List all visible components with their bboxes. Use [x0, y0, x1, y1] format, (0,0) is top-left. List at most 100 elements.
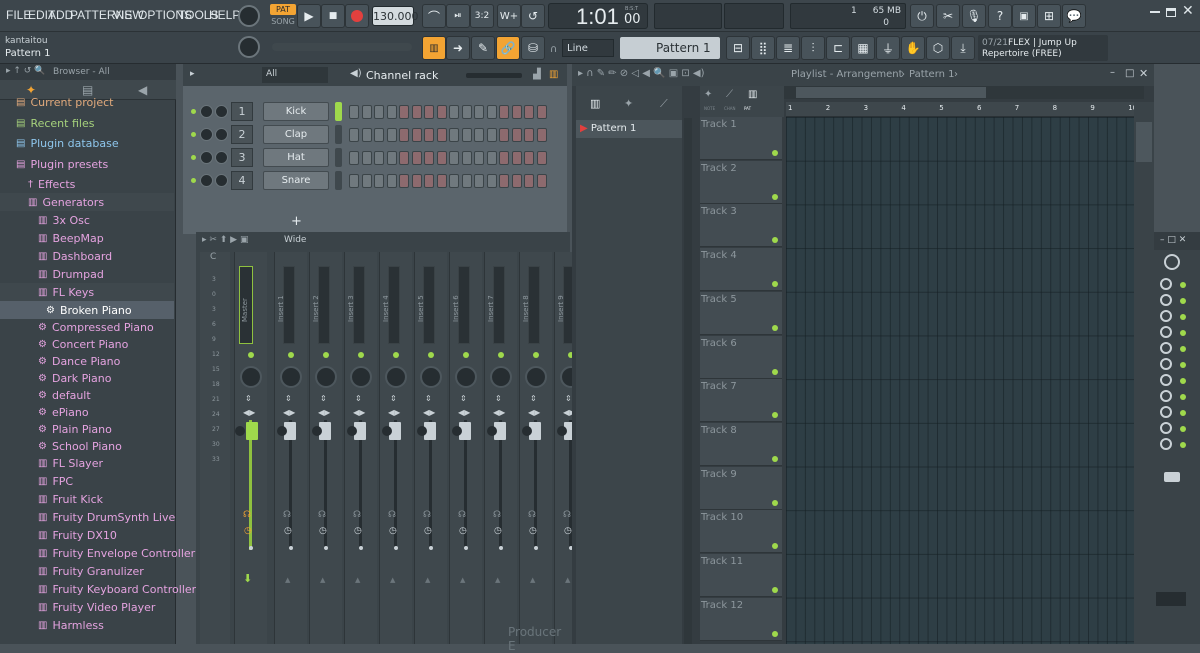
step-button[interactable]	[399, 105, 409, 119]
strip-clock-icon[interactable]: ◷	[494, 526, 502, 536]
playlist-maximize-icon[interactable]: □	[1125, 68, 1134, 79]
step-button[interactable]	[474, 174, 484, 188]
step-button[interactable]	[349, 174, 359, 188]
mixer-button[interactable]: ≣	[776, 36, 800, 60]
step-button[interactable]	[436, 105, 447, 119]
strip-mute-button[interactable]	[557, 426, 567, 436]
browser-item[interactable]: ▥ Harmless	[0, 616, 174, 634]
strip-send-led[interactable]	[428, 352, 434, 358]
side-insert-row[interactable]	[1160, 358, 1190, 372]
step-button[interactable]	[361, 174, 372, 188]
strip-route-arrow-icon[interactable]: ▲	[425, 576, 430, 584]
step-button[interactable]	[436, 151, 447, 165]
note-tab[interactable]: ✦	[704, 89, 712, 100]
step-button[interactable]	[536, 174, 547, 188]
strip-route-dot[interactable]	[534, 546, 538, 550]
loop-record-button[interactable]: ↺	[521, 4, 545, 28]
step-button[interactable]	[486, 128, 497, 142]
step-button[interactable]	[361, 128, 372, 142]
step-button[interactable]	[399, 128, 409, 142]
channel-select-indicator[interactable]	[335, 102, 342, 121]
timeline-ruler[interactable]: 1 2 3 4 5 6 7 8 9 10	[786, 102, 1137, 117]
strip-pan-knob[interactable]	[350, 366, 372, 388]
stamp-tool-button[interactable]: ⛁	[521, 36, 545, 60]
strip-clock-icon[interactable]: ◷	[564, 526, 572, 536]
track-mute-led[interactable]	[772, 193, 778, 200]
channel-pan-knob[interactable]	[200, 128, 213, 141]
step-button[interactable]	[349, 151, 359, 165]
step-button[interactable]	[411, 128, 422, 142]
side-insert-led[interactable]	[1180, 282, 1186, 288]
side-slot[interactable]	[1156, 592, 1186, 606]
cut-tools-button[interactable]: ✂	[936, 4, 960, 28]
strip-route-dot[interactable]	[464, 546, 468, 550]
side-insert-knob[interactable]	[1160, 438, 1172, 450]
strip-pan-knob[interactable]	[280, 366, 302, 388]
maximize-button[interactable]	[1166, 8, 1176, 17]
side-insert-knob[interactable]	[1160, 406, 1172, 418]
strip-clock-icon[interactable]: ◷	[244, 526, 252, 536]
picker-audio-icon[interactable]: ✦	[624, 97, 633, 110]
arrangement-grid[interactable]	[786, 117, 1134, 644]
browser-item[interactable]: ⚙ School Piano	[0, 437, 174, 455]
strip-swap-icon[interactable]: ◀▶	[493, 408, 505, 417]
browser-item[interactable]: ⚙ ePiano	[0, 403, 174, 421]
strip-swap-icon[interactable]: ◀▶	[388, 408, 400, 417]
strip-send-led[interactable]	[288, 352, 294, 358]
track-header[interactable]: Track 6	[700, 335, 782, 379]
strip-route-arrow-icon[interactable]: ▲	[355, 576, 360, 584]
channel-number[interactable]: 4	[231, 171, 253, 190]
mixer-strip[interactable]: ⇕ ◀▶ ☊ ◷ ▲ Insert 7	[484, 252, 517, 644]
strip-stereo-icon[interactable]: ⇕	[530, 394, 537, 403]
track-header[interactable]: Track 1	[700, 117, 782, 160]
mixer-strip[interactable]: ⇕ ◀▶ ☊ ◷ ▲ Insert 2	[309, 252, 342, 644]
side-insert-led[interactable]	[1180, 330, 1186, 336]
playlist-tools-icons[interactable]: ▸ ∩ ✎ ✏ ⊘ ◁ ◀ 🔍 ▣ ⊡ ◀)	[578, 68, 705, 79]
step-button[interactable]	[424, 174, 434, 188]
browser-item[interactable]: ▥ Fruity Envelope Controller	[0, 544, 195, 562]
step-button[interactable]	[361, 151, 372, 165]
track-header[interactable]: Track 5	[700, 291, 782, 335]
strip-arm-icon[interactable]: ☊	[528, 510, 536, 520]
track-mute-led[interactable]	[772, 150, 778, 156]
strip-swap-icon[interactable]: ◀▶	[318, 408, 330, 417]
playlist-minimize-icon[interactable]: –	[1110, 67, 1115, 78]
strip-arm-icon[interactable]: ☊	[353, 510, 361, 520]
channel-select-indicator[interactable]	[335, 125, 342, 144]
strip-mute-button[interactable]	[277, 426, 287, 436]
menu-help[interactable]: HELP	[209, 8, 240, 22]
browser-item[interactable]: ▥ FL Slayer	[0, 454, 174, 472]
strip-arm-icon[interactable]: ☊	[283, 510, 291, 520]
channel-pan-knob[interactable]	[200, 151, 213, 164]
browser-item[interactable]: ▥ 3x Osc	[0, 211, 174, 229]
strip-swap-icon[interactable]: ◀▶	[528, 408, 540, 417]
step-button[interactable]	[474, 128, 484, 142]
browser-item[interactable]: ▥ Drumpad	[0, 265, 174, 283]
step-button[interactable]	[536, 151, 547, 165]
step-button[interactable]	[411, 105, 422, 119]
step-button[interactable]	[474, 105, 484, 119]
side-insert-row[interactable]	[1160, 390, 1190, 404]
side-insert-row[interactable]	[1160, 326, 1190, 340]
track-header[interactable]: Track 3	[700, 204, 782, 248]
track-mute-led[interactable]	[772, 368, 778, 375]
mixer-strip[interactable]: ⇕ ◀▶ ☊ ◷ ▲ Insert 1	[274, 252, 307, 644]
strip-route-arrow-icon[interactable]: ▲	[530, 576, 535, 584]
strip-arm-icon[interactable]: ☊	[388, 510, 396, 520]
step-button[interactable]	[474, 151, 484, 165]
picker-piano-icon[interactable]: ▥	[590, 97, 600, 110]
piano-roll-view-button[interactable]: ▥	[422, 36, 446, 60]
track-header[interactable]: Track 7	[700, 379, 782, 423]
channel-name-button[interactable]: Kick	[263, 102, 329, 121]
strip-arm-icon[interactable]: ☊	[493, 510, 501, 520]
playlist-button[interactable]: ▦	[851, 36, 875, 60]
strip-route-dot[interactable]	[324, 546, 328, 550]
side-insert-led[interactable]	[1180, 378, 1186, 384]
playlist-close-icon[interactable]: ✕	[1139, 67, 1148, 80]
countdown-button[interactable]: 3:2	[470, 4, 494, 28]
strip-route-dot[interactable]	[499, 546, 503, 550]
channel-led[interactable]	[191, 155, 196, 160]
strip-stereo-icon[interactable]: ⇕	[245, 394, 252, 403]
browser-item[interactable]: ▥ Fruity Keyboard Controller	[0, 580, 196, 598]
play-button[interactable]: ▶	[297, 4, 321, 28]
